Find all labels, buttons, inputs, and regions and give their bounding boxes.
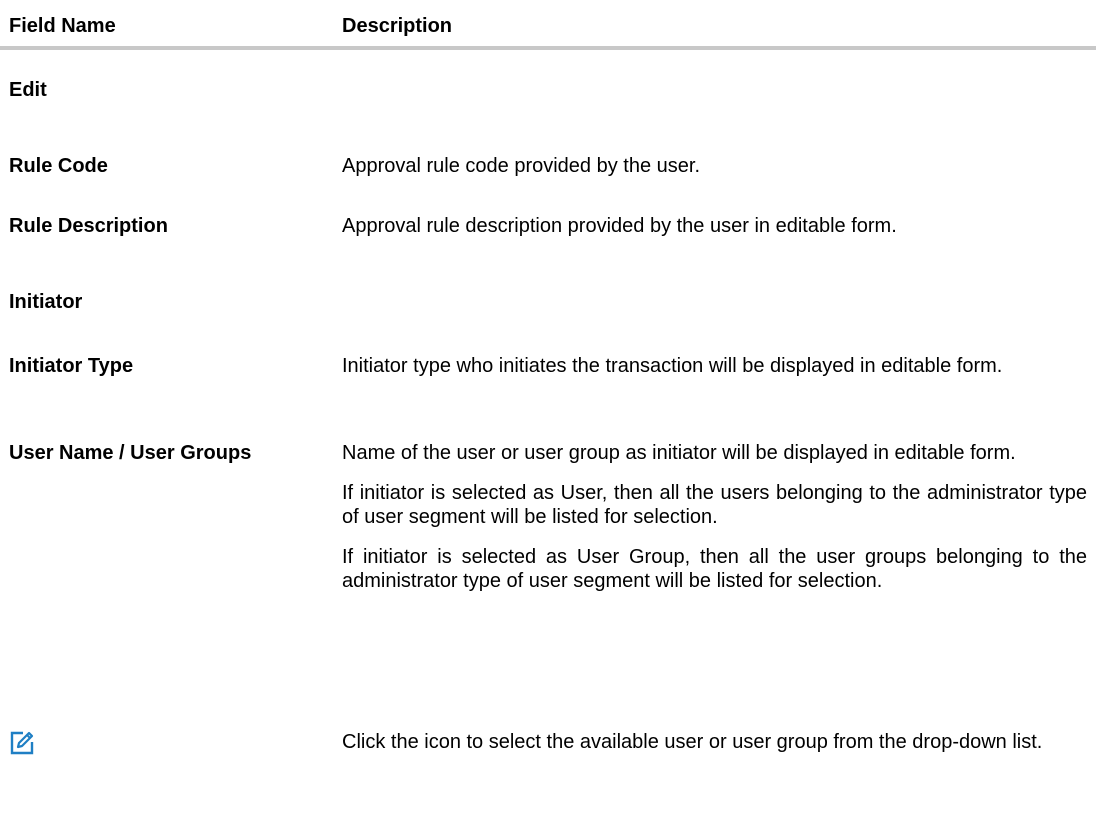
field-description: Click the icon to select the available u… <box>342 731 1043 753</box>
field-name-header: Field Name <box>9 15 116 37</box>
edit-icon <box>9 730 35 756</box>
section-heading-edit: Edit <box>9 79 47 101</box>
field-name: Rule Code <box>9 155 108 177</box>
field-name: User Name / User Groups <box>9 442 252 464</box>
field-description-table: Field Name Description Edit Rule Code Ap… <box>0 0 1096 813</box>
field-name: Initiator Type <box>9 355 134 377</box>
field-description: Approval rule code provided by the user. <box>342 155 700 177</box>
field-name: Rule Description <box>9 215 168 237</box>
table-header: Field Name Description <box>0 0 1096 50</box>
description-header: Description <box>342 15 453 37</box>
edit-icon-graphic <box>10 731 34 755</box>
field-description: Approval rule description provided by th… <box>342 215 897 237</box>
field-description: Initiator type who initiates the transac… <box>342 355 1003 377</box>
section-heading-initiator: Initiator <box>9 291 83 313</box>
field-description: Name of the user or user group as initia… <box>342 442 1087 592</box>
